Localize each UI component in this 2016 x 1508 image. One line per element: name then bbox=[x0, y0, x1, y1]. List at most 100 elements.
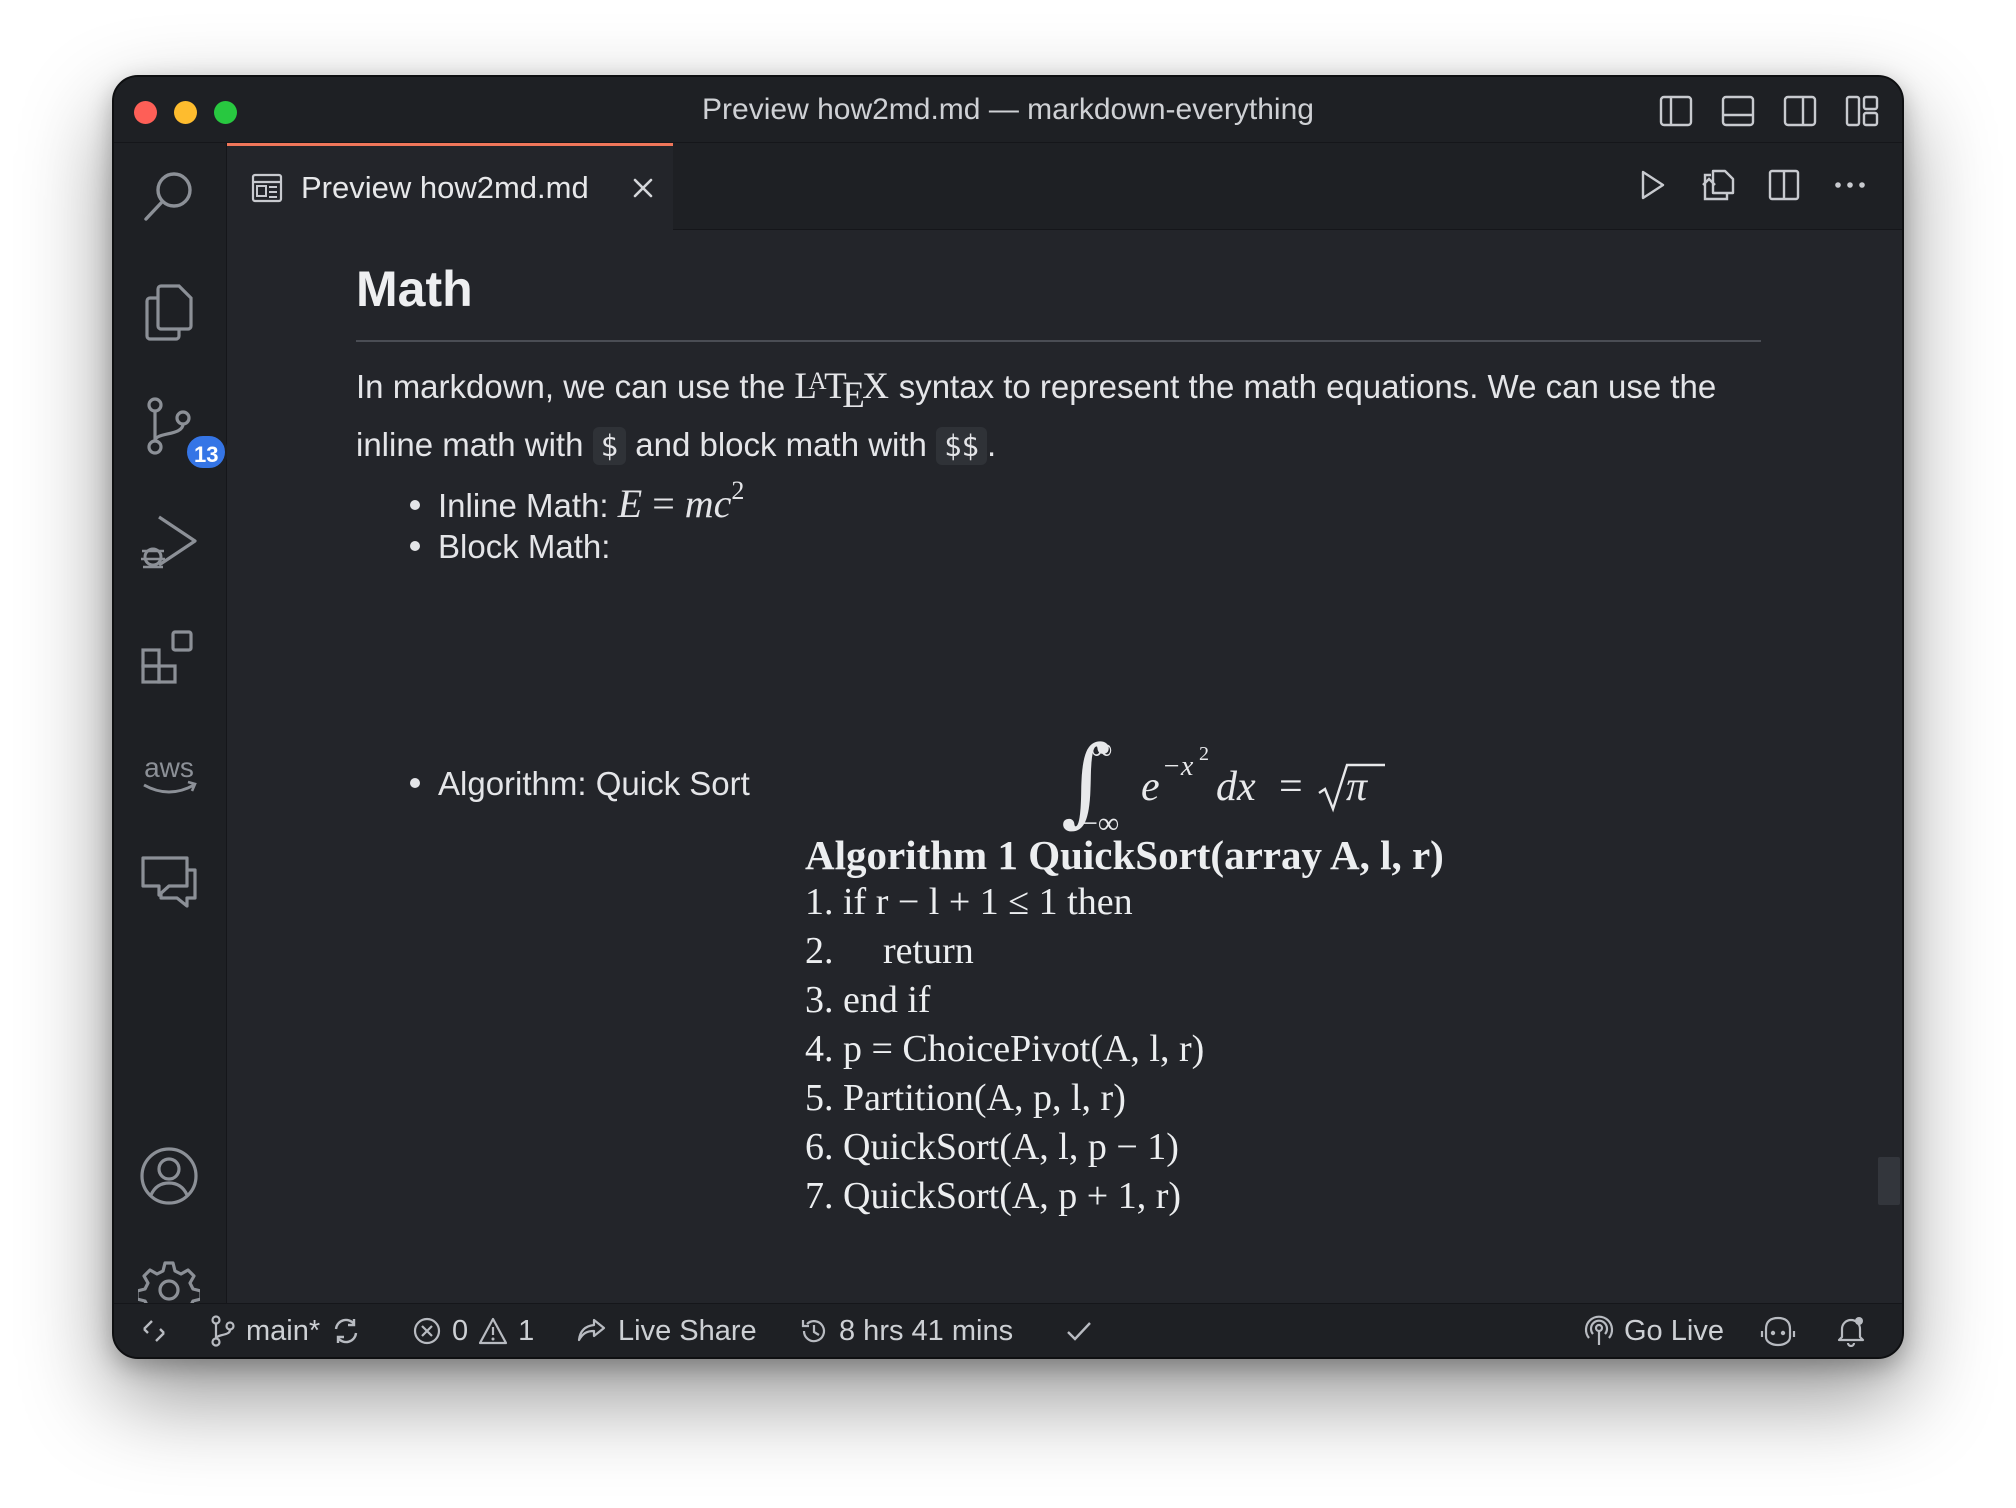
accounts-icon[interactable] bbox=[136, 1143, 202, 1209]
math-dx: dx bbox=[1216, 764, 1256, 810]
line-text: if r − l + 1 ≤ 1 then bbox=[843, 881, 1133, 923]
bullet-label: Inline Math: bbox=[438, 487, 618, 524]
open-source-icon[interactable] bbox=[1696, 163, 1740, 207]
inline-code-dollar: $ bbox=[592, 427, 627, 465]
copilot-icon[interactable] bbox=[1760, 1304, 1796, 1357]
go-live-status[interactable]: Go Live bbox=[1584, 1304, 1724, 1357]
algorithm-line: 3. end if bbox=[805, 976, 1444, 1025]
editor-actions bbox=[1630, 163, 1872, 207]
error-icon bbox=[413, 1317, 441, 1345]
algorithm-line: 4. p = ChoicePivot(A, l, r) bbox=[805, 1025, 1444, 1074]
split-editor-icon[interactable] bbox=[1762, 163, 1806, 207]
source-control-badge: 13 bbox=[184, 433, 229, 471]
inline-code-double-dollar: $$ bbox=[936, 427, 987, 465]
section-heading: Math bbox=[356, 261, 473, 317]
live-share-label: Live Share bbox=[618, 1314, 757, 1347]
status-bar: main* 0 1 Live Share 8 hrs 41 mins Go Li… bbox=[114, 1303, 1902, 1357]
line-number: 3. bbox=[805, 979, 834, 1021]
line-text: QuickSort(A, l, p − 1) bbox=[843, 1126, 1179, 1168]
search-icon[interactable] bbox=[136, 163, 202, 229]
math-exp-power-2: 2 bbox=[1199, 743, 1209, 765]
math-exp-power: −x bbox=[1162, 751, 1194, 782]
bullet-dot bbox=[410, 500, 420, 511]
math-block-equals: = bbox=[1279, 764, 1303, 810]
notifications-bell-icon[interactable] bbox=[1836, 1304, 1866, 1357]
bullet-label: Algorithm: Quick Sort bbox=[438, 765, 750, 802]
toggle-secondary-sidebar-icon[interactable] bbox=[1780, 91, 1820, 131]
aws-label: aws bbox=[144, 752, 194, 783]
extensions-icon[interactable] bbox=[136, 625, 202, 691]
line-text: Partition(A, p, l, r) bbox=[843, 1077, 1126, 1119]
math-e: E bbox=[617, 481, 643, 526]
run-and-debug-icon[interactable] bbox=[136, 509, 202, 575]
toggle-primary-sidebar-icon[interactable] bbox=[1656, 91, 1696, 131]
para-text-start: In markdown, we can use the bbox=[356, 368, 795, 405]
math-exponent: 2 bbox=[731, 476, 745, 505]
algorithm-line: 7. QuickSort(A, p + 1, r) bbox=[805, 1172, 1444, 1221]
integral-upper-limit: ∞ bbox=[1091, 733, 1113, 766]
editor-window: Preview how2md.md — markdown-everything bbox=[112, 75, 1904, 1359]
intro-paragraph: In markdown, we can use the LATEX syntax… bbox=[356, 360, 1776, 473]
line-text: end if bbox=[843, 979, 931, 1021]
scrollbar-thumb[interactable] bbox=[1878, 1157, 1900, 1205]
para-text-mid2: and block math with bbox=[626, 426, 937, 463]
latex-x: X bbox=[862, 366, 890, 407]
time-tracker-status[interactable]: 8 hrs 41 mins bbox=[799, 1304, 1014, 1357]
line-text: p = ChoicePivot(A, l, r) bbox=[843, 1028, 1205, 1070]
remote-icon[interactable] bbox=[140, 1304, 168, 1357]
toggle-panel-icon[interactable] bbox=[1718, 91, 1758, 131]
explorer-icon[interactable] bbox=[136, 279, 202, 345]
tab-bar: Preview how2md.md bbox=[227, 143, 1902, 230]
sync-icon[interactable] bbox=[330, 1315, 362, 1347]
line-number: 7. bbox=[805, 1175, 834, 1217]
line-text: return bbox=[883, 930, 974, 972]
live-share-status[interactable]: Live Share bbox=[576, 1304, 757, 1357]
history-icon bbox=[801, 1320, 826, 1343]
branch-name: main* bbox=[246, 1314, 321, 1347]
time-label: 8 hrs 41 mins bbox=[839, 1314, 1014, 1347]
math-equals: = bbox=[652, 481, 675, 526]
customize-layout-icon[interactable] bbox=[1842, 91, 1882, 131]
tab-label: Preview how2md.md bbox=[301, 170, 589, 205]
line-text: QuickSort(A, p + 1, r) bbox=[843, 1175, 1182, 1217]
tab-preview-how2md[interactable]: Preview how2md.md bbox=[227, 143, 673, 230]
activity-bar: 13 aws bbox=[114, 143, 229, 1321]
check-icon[interactable] bbox=[1064, 1304, 1094, 1357]
window-title: Preview how2md.md — markdown-everything bbox=[702, 93, 1314, 126]
source-control-icon[interactable]: 13 bbox=[136, 393, 229, 471]
bullet-dot bbox=[410, 778, 420, 789]
latex-e: E bbox=[842, 375, 866, 416]
warning-count: 1 bbox=[518, 1314, 535, 1347]
preview-icon bbox=[251, 173, 283, 203]
more-actions-icon[interactable] bbox=[1828, 163, 1872, 207]
markdown-preview: Math In markdown, we can use the LATEX s… bbox=[227, 230, 1902, 1303]
heading-divider bbox=[356, 340, 1761, 342]
algorithm-title: Algorithm 1 QuickSort(array A, l, r) bbox=[805, 832, 1444, 878]
latex-a: A bbox=[808, 368, 828, 395]
math-pi: π bbox=[1346, 764, 1368, 810]
problems-status[interactable]: 0 1 bbox=[412, 1304, 535, 1357]
algorithm-line: 2. return bbox=[805, 927, 1444, 976]
run-icon[interactable] bbox=[1630, 163, 1674, 207]
aws-icon[interactable]: aws bbox=[136, 743, 202, 809]
layout-controls bbox=[1656, 91, 1882, 131]
para-text-end: . bbox=[987, 426, 997, 463]
math-mc: mc bbox=[684, 481, 732, 526]
bullet-dot bbox=[410, 541, 420, 552]
latex-logo: LATEX bbox=[794, 366, 890, 416]
list-item-block-math: Block Math: bbox=[410, 528, 610, 566]
line-number: 2. bbox=[805, 930, 834, 972]
branch-icon bbox=[211, 1315, 235, 1347]
branch-status[interactable]: main* bbox=[210, 1304, 362, 1357]
bullet-label: Block Math: bbox=[438, 528, 611, 565]
close-tab-icon[interactable] bbox=[627, 172, 659, 204]
line-number: 5. bbox=[805, 1077, 834, 1119]
list-item-algorithm: Algorithm: Quick Sort bbox=[410, 765, 750, 803]
algorithm-line: 5. Partition(A, p, l, r) bbox=[805, 1074, 1444, 1123]
list-item-inline-math: Inline Math: E = mc2 bbox=[410, 476, 744, 527]
title-bar: Preview how2md.md — markdown-everything bbox=[114, 77, 1902, 143]
chat-icon[interactable] bbox=[136, 849, 202, 915]
algorithm-line: 6. QuickSort(A, l, p − 1) bbox=[805, 1123, 1444, 1172]
line-number: 4. bbox=[805, 1028, 834, 1070]
broadcast-icon bbox=[1584, 1315, 1614, 1345]
